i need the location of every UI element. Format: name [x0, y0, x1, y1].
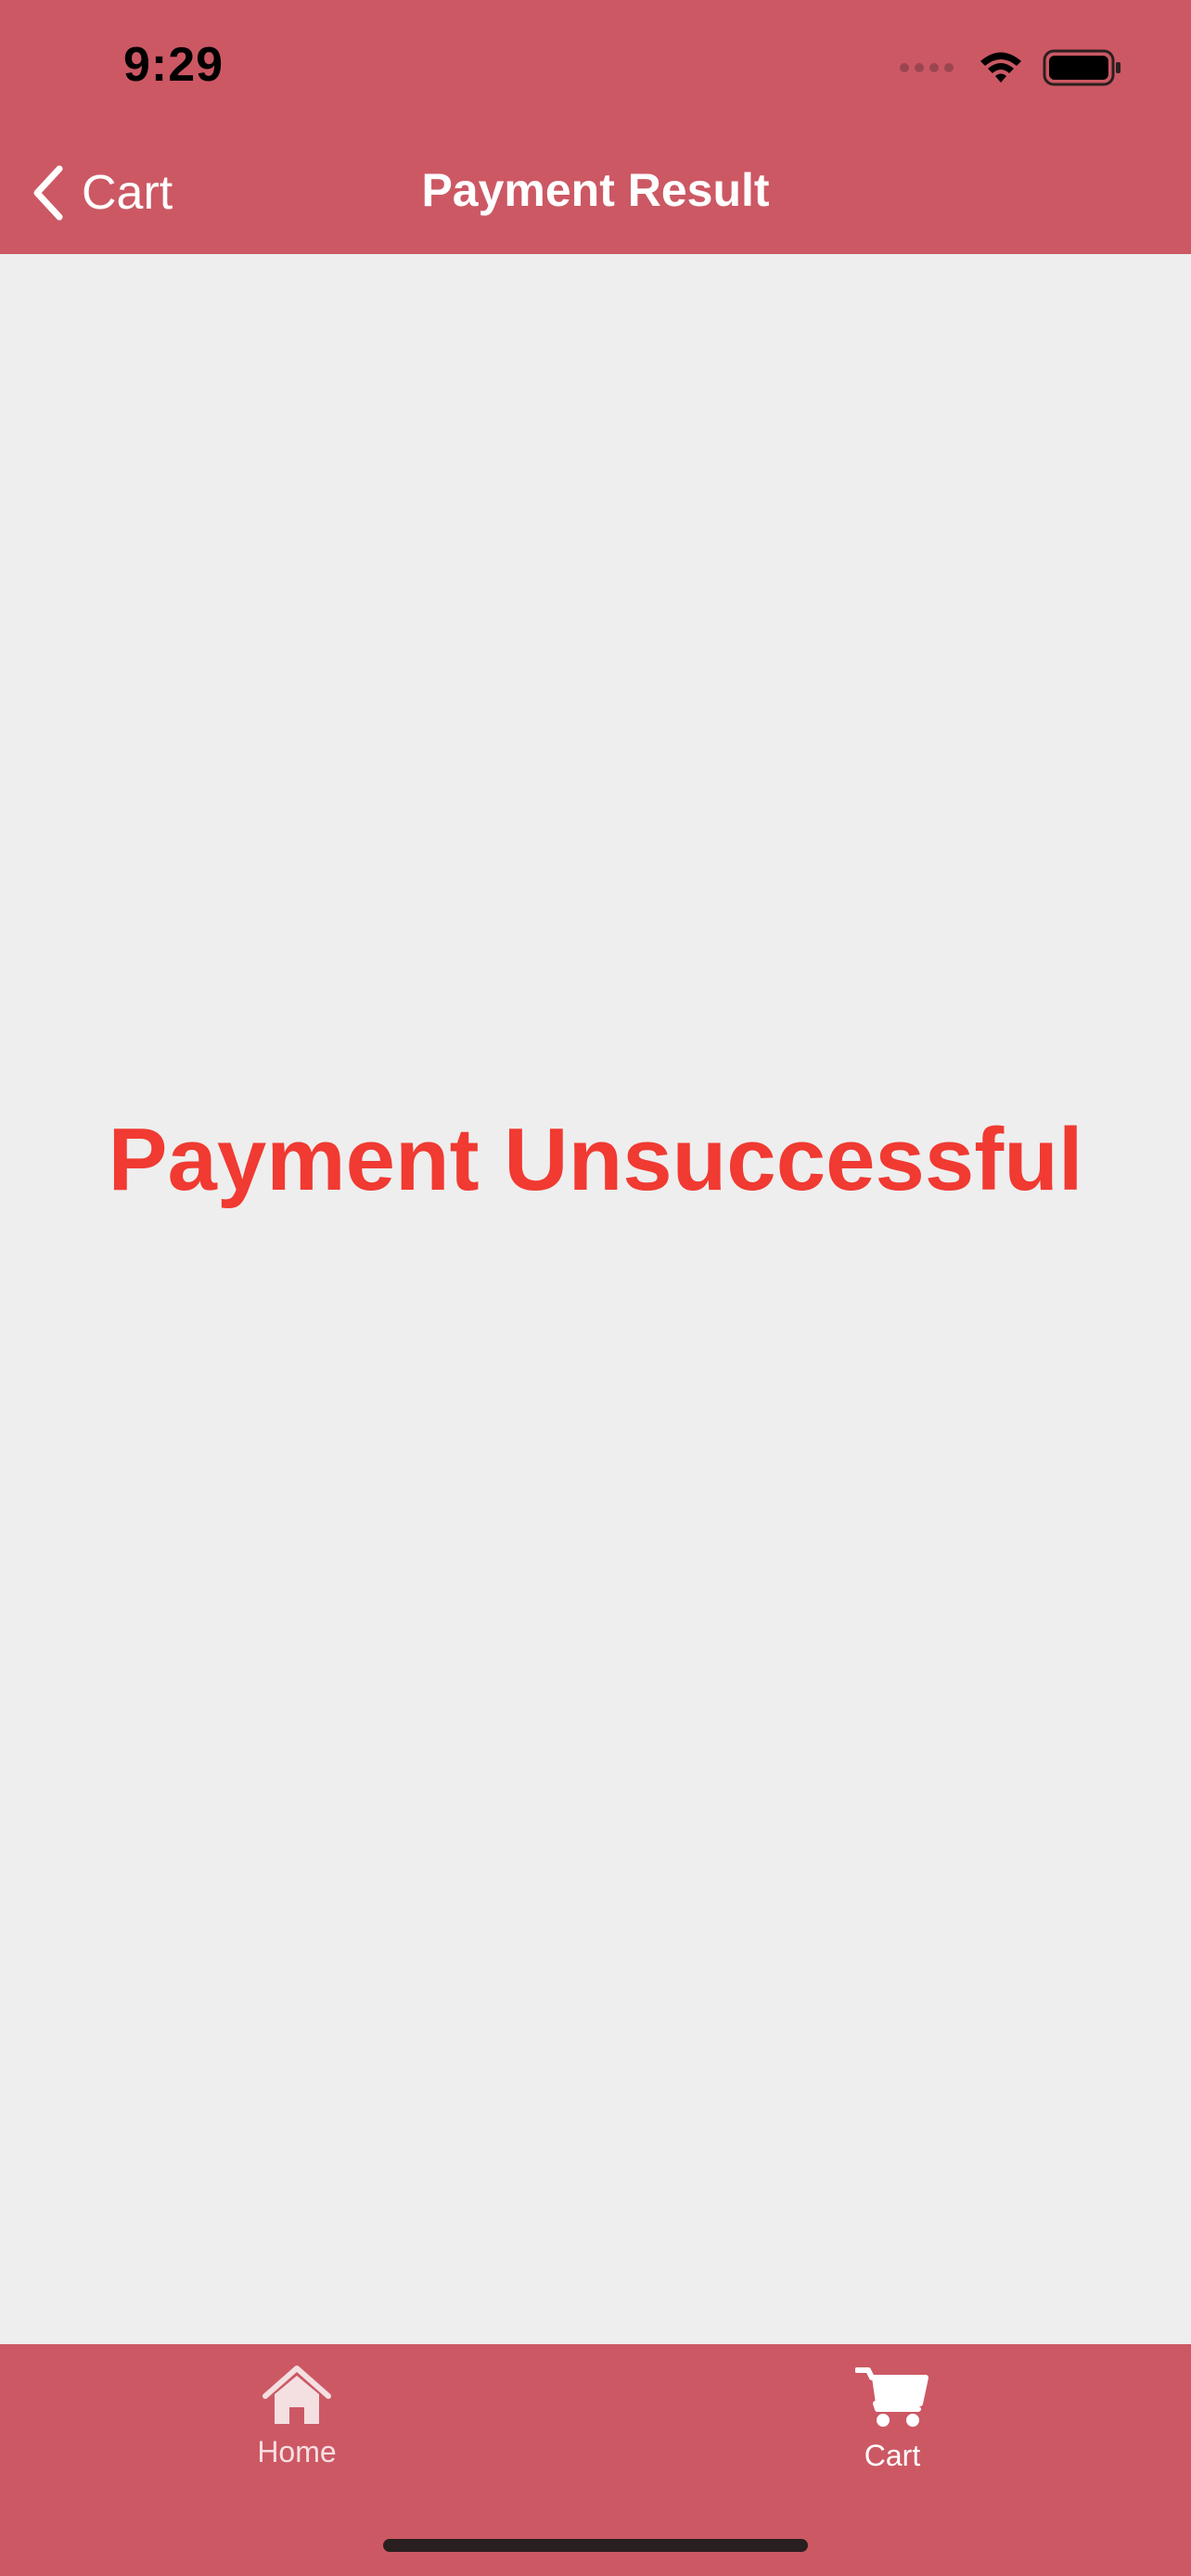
status-indicators: [900, 46, 1122, 89]
wifi-icon: [980, 52, 1021, 83]
tab-home[interactable]: Home: [195, 2365, 399, 2469]
tab-cart-label: Cart: [864, 2439, 921, 2472]
top-bar: 9:29 Cart Payment Result: [0, 0, 1191, 254]
home-icon: [263, 2366, 331, 2424]
battery-icon: [1043, 49, 1121, 86]
page-title: Payment Result: [421, 164, 770, 216]
app-screen: 9:29 Cart Payment Result Payment Unsucce…: [0, 0, 1191, 2576]
cart-icon: [855, 2367, 928, 2427]
tab-cart[interactable]: Cart: [790, 2365, 994, 2473]
status-time: 9:29: [123, 38, 224, 92]
home-indicator[interactable]: [383, 2539, 808, 2552]
cellular-signal-icon: [900, 63, 954, 72]
payment-result-message: Payment Unsuccessful: [108, 1110, 1083, 1209]
tab-home-label: Home: [257, 2435, 337, 2468]
